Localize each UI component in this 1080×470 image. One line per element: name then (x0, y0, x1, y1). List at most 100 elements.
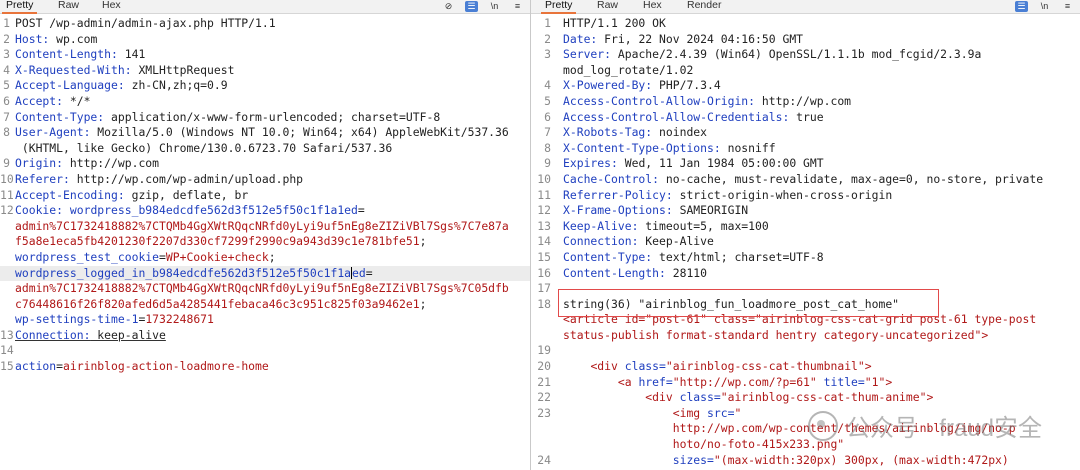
token: > (864, 359, 872, 374)
newline-icon[interactable]: \n (488, 1, 501, 12)
token: <a (617, 374, 639, 389)
http-message-editor: Pretty Raw Hex ⊘ ☰ \n ≡ 1 POST /wp-admin/… (0, 0, 1080, 470)
response-tab-hex[interactable]: Hex (639, 0, 666, 12)
line-number: 6 (544, 109, 551, 124)
wrap-icon[interactable]: ☰ (465, 1, 478, 12)
response-line: 19 (531, 343, 1080, 359)
token: 28110 (665, 265, 708, 280)
token: X-Frame-Options: (563, 203, 673, 218)
token: "(max-width:320px) 300px, (max-width:472… (713, 452, 1009, 467)
response-toolbar: ☰ \n ≡ (1015, 0, 1074, 13)
token: Content-Type: (15, 109, 105, 124)
token: Date: (563, 31, 598, 46)
token: User-Agent: (15, 125, 91, 140)
line-number: 1 (3, 16, 10, 30)
request-tab-hex[interactable]: Hex (98, 0, 125, 12)
response-line: 24 sizes="(max-width:320px) 300px, (max-… (531, 453, 1080, 469)
token: text/html; charset=UTF-8 (652, 249, 824, 264)
line-content: Accept: */* (15, 94, 530, 110)
token: Referrer-Policy: (563, 187, 673, 202)
request-line: 10 Referer: http://wp.com/wp-admin/upload… (0, 172, 530, 188)
response-body[interactable]: 1 HTTP/1.1 200 OK 2 Date: Fri, 22 Nov 2024 … (531, 16, 1080, 468)
response-tab-pretty[interactable]: Pretty (541, 0, 577, 14)
token: " (734, 405, 742, 420)
menu-icon[interactable]: ≡ (1061, 1, 1074, 12)
line-number: 8 (544, 140, 551, 155)
response-line: 16 Content-Length: 28110 (531, 266, 1080, 282)
line-content: Keep-Alive: timeout=5, max=100 (563, 219, 1080, 235)
token: Apache/2.4.39 (Win64) OpenSSL/1.1.1b mod… (611, 47, 982, 62)
token: "airinblog-css-cat-thumbnail" (665, 359, 865, 374)
response-tab-raw[interactable]: Raw (593, 0, 622, 12)
line-number: 13 (537, 218, 551, 233)
request-line: 14 (0, 343, 530, 359)
request-line: 1 POST /wp-admin/admin-ajax.php HTTP/1.1 (0, 16, 530, 32)
response-line: 13 Keep-Alive: timeout=5, max=100 (531, 219, 1080, 235)
request-line: 6 Accept: */* (0, 94, 530, 110)
request-tab-pretty[interactable]: Pretty (2, 0, 38, 14)
line-number: 6 (3, 93, 10, 108)
eye-slash-icon[interactable]: ⊘ (442, 1, 455, 12)
token: Server: (563, 47, 612, 62)
line-number: 16 (537, 265, 551, 280)
token: ; (419, 296, 427, 311)
line-content: <a href="http://wp.com/?p=61" title="1"> (563, 375, 1080, 391)
token: <img (672, 405, 708, 420)
response-line: 5 Access-Control-Allow-Origin: http://wp.… (531, 94, 1080, 110)
line-content: Content-Length: 141 (15, 47, 530, 63)
token: http://wp.com (63, 156, 160, 171)
line-number: 17 (537, 281, 551, 296)
token: sizes= (672, 452, 714, 467)
menu-icon[interactable]: ≡ (511, 1, 524, 12)
line-content: X-Powered-By: PHP/7.3.4 (563, 78, 1080, 94)
token: Referer: (15, 171, 70, 186)
token: ; (419, 234, 427, 249)
line-content: Content-Length: 28110 (563, 266, 1080, 282)
request-line: wordpress_test_cookie=WP+Cookie+check; (0, 250, 530, 266)
request-body[interactable]: 1 POST /wp-admin/admin-ajax.php HTTP/1.1 2… (0, 16, 530, 375)
response-line: 9 Expires: Wed, 11 Jan 1984 05:00:00 GMT (531, 156, 1080, 172)
token: SAMEORIGIN (672, 203, 749, 218)
token: wordpress_b984edcdfe562d3f512e5f50c1f1a1… (63, 203, 358, 218)
token: 1732248671 (145, 312, 214, 327)
token: X-Content-Type-Options: (563, 140, 721, 155)
request-line: 15 action=airinblog-action-loadmore-home (0, 359, 530, 375)
token: WP+Cookie+check (165, 249, 269, 264)
token: c76448616f26f820afed6d5a4285441febaca46c… (15, 296, 420, 311)
line-number: 23 (537, 405, 551, 420)
response-line: 2 Date: Fri, 22 Nov 2024 04:16:50 GMT (531, 32, 1080, 48)
response-pane: Pretty Raw Hex Render ☰ \n ≡ 1 HTTP/1.1 2… (531, 0, 1080, 470)
token: ed (352, 265, 366, 280)
token: = (159, 249, 166, 264)
line-number: 11 (0, 187, 14, 202)
token: application/x-www-form-urlencoded; chars… (104, 109, 441, 124)
line-number: 20 (537, 359, 551, 374)
line-number: 12 (537, 203, 551, 218)
line-content: User-Agent: Mozilla/5.0 (Windows NT 10.0… (15, 125, 530, 141)
token: class= (624, 359, 666, 374)
line-content: wordpress_test_cookie=WP+Cookie+check; (15, 250, 530, 266)
token: hoto/no-foto-415x233.png" (563, 437, 845, 452)
token: wp-settings-time-1 (15, 312, 139, 327)
request-tab-raw[interactable]: Raw (54, 0, 83, 12)
line-content: X-Requested-With: XMLHttpRequest (15, 63, 530, 79)
response-tab-render[interactable]: Render (683, 0, 725, 12)
token: "airinblog-css-cat-thum-anime" (720, 390, 927, 405)
line-number: 14 (537, 234, 551, 249)
token: = (357, 203, 365, 218)
newline-icon[interactable]: \n (1038, 1, 1051, 12)
line-number: 4 (544, 78, 551, 93)
token: HTTP/1.1 200 OK (563, 16, 666, 30)
request-line: 8 User-Agent: Mozilla/5.0 (Windows NT 10.… (0, 125, 530, 141)
token: "http://wp.com/?p=61" (672, 374, 824, 389)
request-line: 2 Host: wp.com (0, 32, 530, 48)
request-line: admin%7C1732418882%7CTQMb4GgXWtRQqcNRfd0… (0, 219, 530, 235)
line-number: 7 (3, 109, 10, 124)
wrap-icon[interactable]: ☰ (1015, 1, 1028, 12)
token: true (789, 109, 824, 124)
token: zh-CN,zh;q=0.9 (124, 78, 228, 93)
line-number: 12 (0, 203, 14, 218)
watermark-text: 公众号 · fraud安全 (845, 415, 1042, 442)
token: strict-origin-when-cross-origin (672, 187, 893, 202)
